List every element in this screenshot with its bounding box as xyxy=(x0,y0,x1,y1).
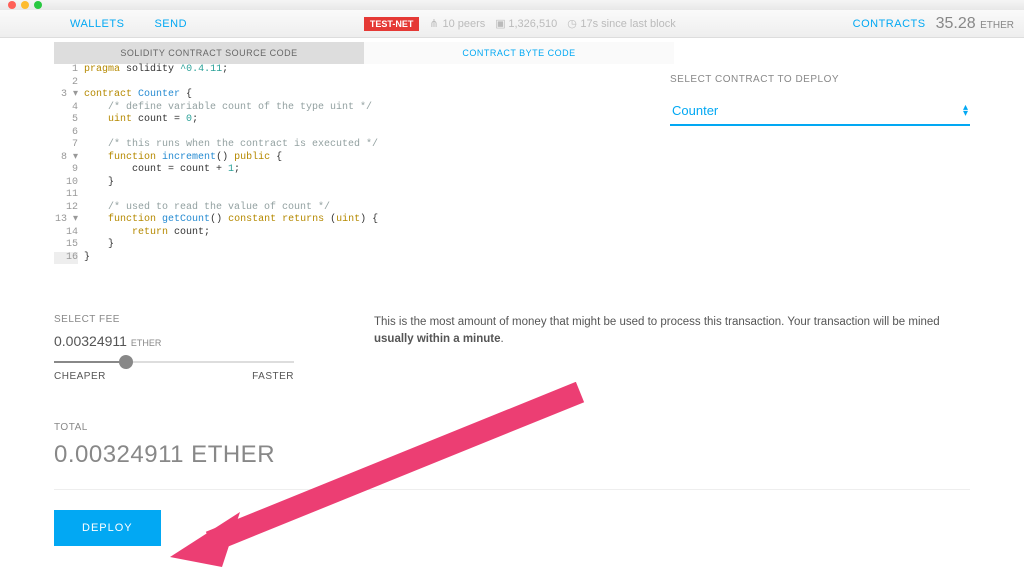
nav-send[interactable]: SEND xyxy=(154,18,187,30)
line-gutter: 123 ▾45678 ▾910111213 ▾141516 xyxy=(54,64,84,264)
code-content[interactable]: pragma solidity ^0.4.11; contract Counte… xyxy=(84,64,630,264)
slider-thumb[interactable] xyxy=(119,355,133,369)
slider-label-cheaper: CHEAPER xyxy=(54,371,106,382)
annotation-arrow xyxy=(160,382,600,572)
fee-description: This is the most amount of money that mi… xyxy=(374,314,970,382)
contract-selector[interactable]: Counter ▴▾ xyxy=(670,97,970,126)
close-dot[interactable] xyxy=(8,1,16,9)
stat-peers: ⋔ 10 peers xyxy=(429,17,485,30)
total-label: TOTAL xyxy=(54,422,970,433)
contract-selector-value: Counter xyxy=(672,103,718,118)
deploy-panel: SELECT CONTRACT TO DEPLOY Counter ▴▾ xyxy=(670,64,970,264)
fee-slider[interactable]: CHEAPER FASTER xyxy=(54,361,314,382)
code-editor[interactable]: 123 ▾45678 ▾910111213 ▾141516 pragma sol… xyxy=(54,64,630,264)
nav-wallets[interactable]: WALLETS xyxy=(70,18,124,30)
peers-icon: ⋔ xyxy=(429,17,439,30)
code-tabs: SOLIDITY CONTRACT SOURCE CODE CONTRACT B… xyxy=(54,42,674,64)
divider xyxy=(54,489,970,490)
total-amount: 0.00324911 ETHER xyxy=(54,441,970,469)
top-navigation: WALLETS SEND TEST-NET ⋔ 10 peers ▣ 1,326… xyxy=(0,10,1024,38)
block-icon: ▣ xyxy=(495,17,505,30)
clock-icon: ◷ xyxy=(567,17,577,30)
tab-byte-code[interactable]: CONTRACT BYTE CODE xyxy=(364,42,674,64)
stat-block: ▣ 1,326,510 xyxy=(495,17,557,30)
minimize-dot[interactable] xyxy=(21,1,29,9)
deploy-button[interactable]: DEPLOY xyxy=(54,510,161,546)
select-fee-label: SELECT FEE xyxy=(54,314,314,325)
window-chrome xyxy=(0,0,1024,10)
nav-contracts[interactable]: CONTRACTS xyxy=(853,18,926,30)
tab-source-code[interactable]: SOLIDITY CONTRACT SOURCE CODE xyxy=(54,42,364,64)
fee-amount: 0.00324911 ETHER xyxy=(54,333,314,349)
stat-time: ◷ 17s since last block xyxy=(567,17,675,30)
chevron-updown-icon: ▴▾ xyxy=(963,105,968,117)
zoom-dot[interactable] xyxy=(34,1,42,9)
testnet-badge: TEST-NET xyxy=(364,17,420,31)
slider-label-faster: FASTER xyxy=(252,371,294,382)
balance-display: 35.28 ETHER xyxy=(936,15,1014,33)
select-contract-label: SELECT CONTRACT TO DEPLOY xyxy=(670,74,970,85)
